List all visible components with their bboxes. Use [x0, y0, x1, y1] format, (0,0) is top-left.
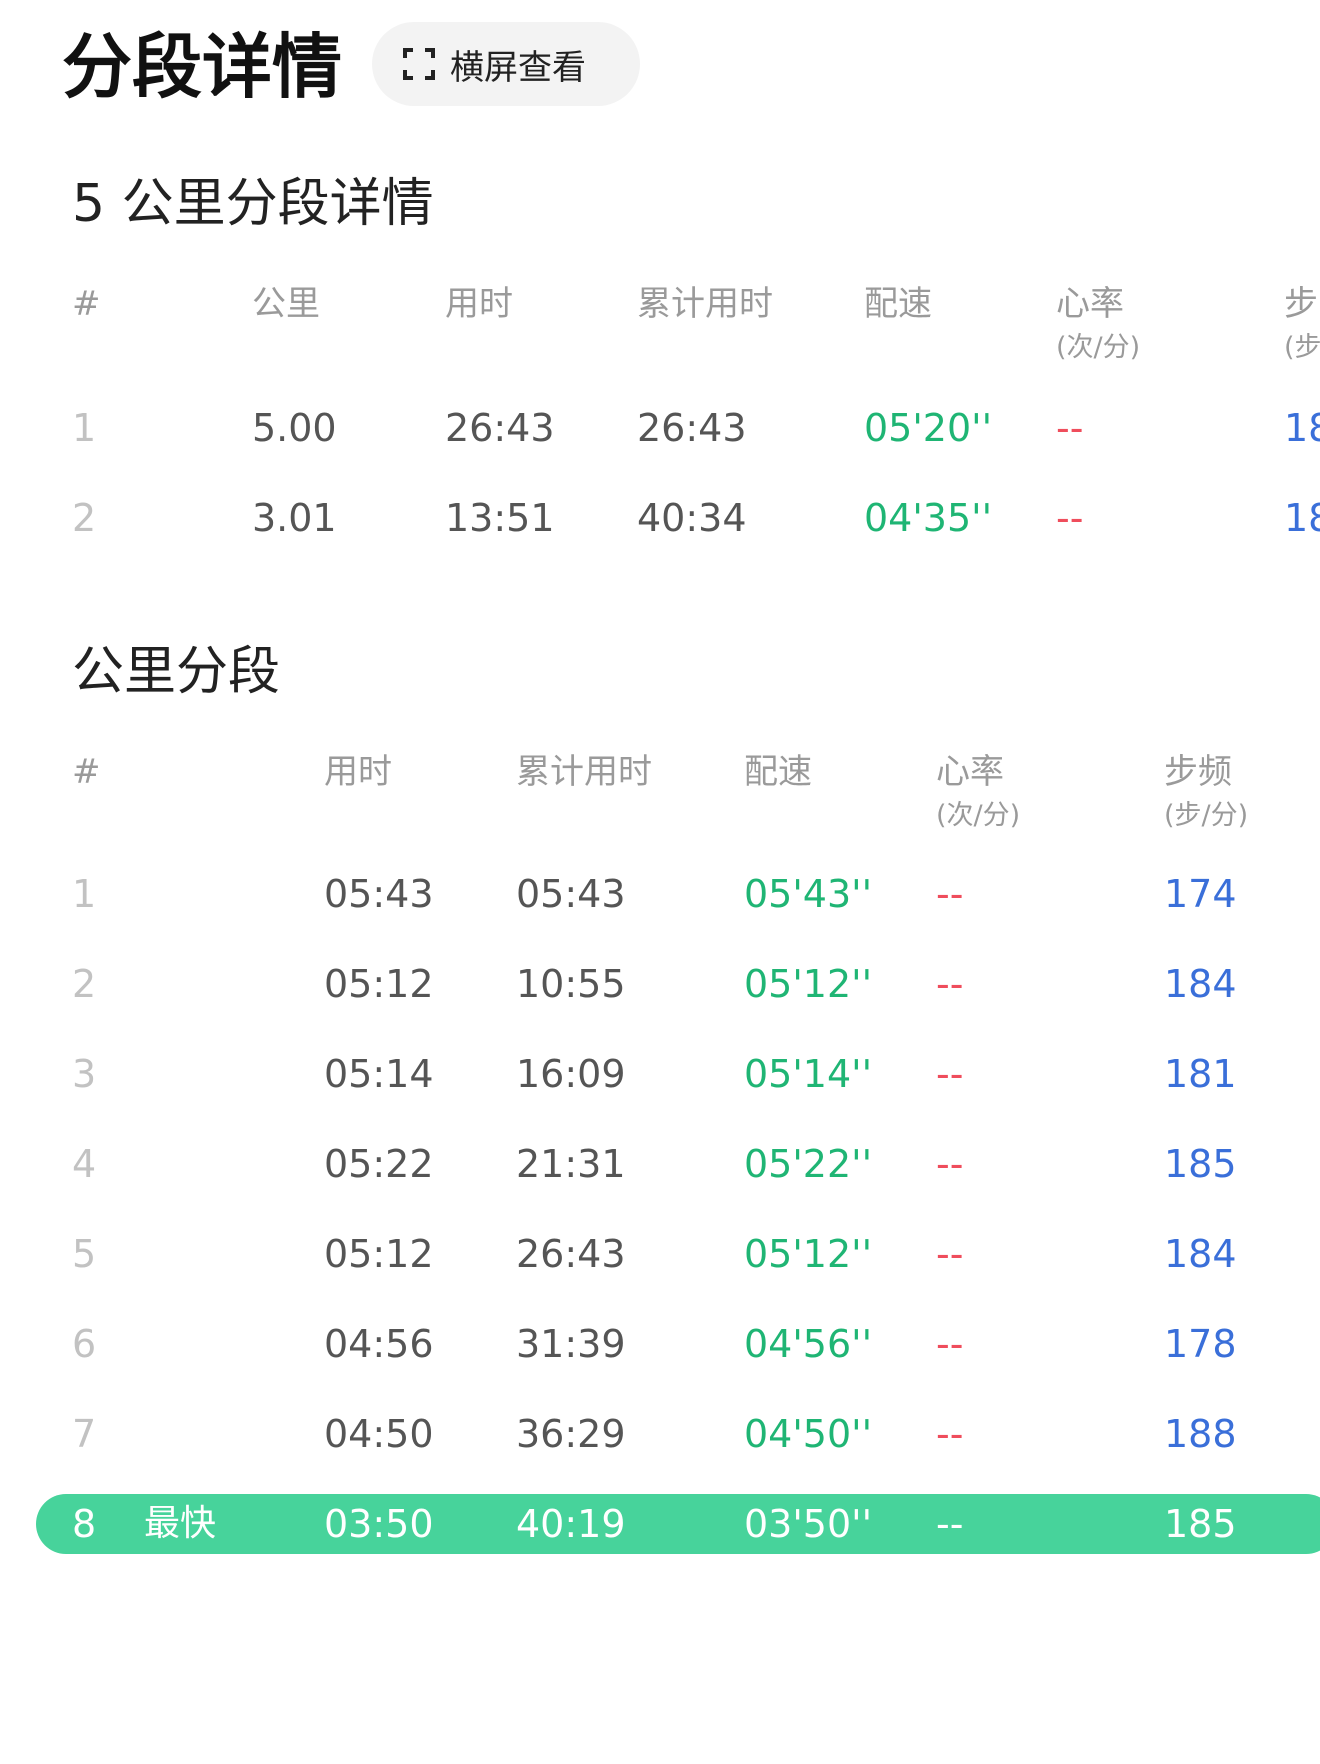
row-time: 03:50 [324, 1502, 434, 1546]
row-heart-rate: -- [1056, 406, 1084, 450]
row-cadence: 174 [1164, 872, 1237, 916]
row-distance: 5.00 [252, 406, 337, 450]
row-cadence: 181 [1164, 1052, 1237, 1096]
row-time: 05:22 [324, 1142, 434, 1186]
row-heart-rate: -- [936, 962, 964, 1006]
col-distance-header: 公里 [252, 284, 320, 324]
row-heart-rate: -- [936, 1502, 964, 1546]
row-index: 4 [72, 1142, 97, 1186]
col-pace-header: 配速 [864, 284, 932, 324]
row-index: 5 [72, 1232, 97, 1276]
row-cumulative: 26:43 [516, 1232, 626, 1276]
row-time: 05:43 [324, 872, 434, 916]
row-distance: 3.01 [252, 496, 337, 540]
row-time: 05:12 [324, 1232, 434, 1276]
fastest-badge: 最快 [144, 1503, 217, 1544]
row-pace: 05'43'' [744, 872, 873, 916]
col-cadence-header: 步频 (步/分) [1164, 752, 1248, 834]
cadence-label: 步 [1284, 284, 1318, 324]
col-cumulative-header: 累计用时 [516, 752, 652, 792]
row-cumulative: 16:09 [516, 1052, 626, 1096]
row-pace: 05'22'' [744, 1142, 873, 1186]
row-heart-rate: -- [936, 1412, 964, 1456]
row-index: 3 [72, 1052, 97, 1096]
row-cumulative: 36:29 [516, 1412, 626, 1456]
col-cumulative-header: 累计用时 [637, 284, 773, 324]
row-cadence: 185 [1164, 1502, 1237, 1546]
row-time: 05:12 [324, 962, 434, 1006]
col-heart-rate-header: 心率 (次/分) [1056, 284, 1140, 366]
row-heart-rate: -- [936, 1052, 964, 1096]
fastest-row-highlight [36, 1494, 1320, 1554]
row-cumulative: 26:43 [637, 406, 747, 450]
row-time: 04:50 [324, 1412, 434, 1456]
row-heart-rate: -- [936, 1232, 964, 1276]
row-pace: 05'20'' [864, 406, 993, 450]
row-pace: 05'12'' [744, 962, 873, 1006]
col-cadence-header: 步 (步 [1284, 284, 1320, 366]
cadence-unit: (步/分) [1164, 800, 1249, 831]
row-heart-rate: -- [936, 1322, 964, 1366]
heart-rate-label: 心率 [1056, 284, 1124, 324]
row-cadence: 18 [1284, 496, 1320, 540]
row-pace: 04'56'' [744, 1322, 873, 1366]
row-cumulative: 40:34 [637, 496, 747, 540]
row-cadence: 18 [1284, 406, 1320, 450]
row-index: 7 [72, 1412, 97, 1456]
col-time-header: 用时 [324, 752, 392, 792]
cadence-unit: (步 [1284, 332, 1320, 363]
row-time: 05:14 [324, 1052, 434, 1096]
page-title: 分段详情 [62, 26, 342, 108]
row-pace: 04'35'' [864, 496, 993, 540]
five-km-section-title: 5 公里分段详情 [72, 174, 434, 234]
row-index: 2 [72, 496, 97, 540]
km-section-title: 公里分段 [72, 642, 281, 702]
col-index-header: # [72, 752, 101, 792]
heart-rate-unit: (次/分) [1056, 332, 1141, 363]
landscape-view-label: 横屏查看 [450, 47, 586, 88]
row-cumulative: 21:31 [516, 1142, 626, 1186]
row-cadence: 185 [1164, 1142, 1237, 1186]
row-cadence: 178 [1164, 1322, 1237, 1366]
row-index: 1 [72, 406, 97, 450]
row-index: 1 [72, 872, 97, 916]
row-index: 8 [72, 1502, 97, 1546]
row-pace: 03'50'' [744, 1502, 873, 1546]
row-time: 04:56 [324, 1322, 434, 1366]
col-pace-header: 配速 [744, 752, 812, 792]
col-heart-rate-header: 心率 (次/分) [936, 752, 1020, 834]
row-time: 26:43 [445, 406, 555, 450]
col-time-header: 用时 [445, 284, 513, 324]
row-cumulative: 05:43 [516, 872, 626, 916]
row-cumulative: 31:39 [516, 1322, 626, 1366]
heart-rate-unit: (次/分) [936, 800, 1021, 831]
row-pace: 05'14'' [744, 1052, 873, 1096]
landscape-view-button[interactable]: 横屏查看 [372, 22, 640, 106]
row-time: 13:51 [445, 496, 555, 540]
row-pace: 04'50'' [744, 1412, 873, 1456]
row-cumulative: 10:55 [516, 962, 626, 1006]
fullscreen-icon [402, 47, 436, 81]
col-index-header: # [72, 284, 101, 324]
row-cadence: 184 [1164, 1232, 1237, 1276]
cadence-label: 步频 [1164, 752, 1232, 792]
row-cadence: 188 [1164, 1412, 1237, 1456]
row-cumulative: 40:19 [516, 1502, 626, 1546]
heart-rate-label: 心率 [936, 752, 1004, 792]
row-index: 6 [72, 1322, 97, 1366]
row-heart-rate: -- [936, 872, 964, 916]
row-heart-rate: -- [1056, 496, 1084, 540]
row-index: 2 [72, 962, 97, 1006]
row-pace: 05'12'' [744, 1232, 873, 1276]
row-cadence: 184 [1164, 962, 1237, 1006]
row-heart-rate: -- [936, 1142, 964, 1186]
